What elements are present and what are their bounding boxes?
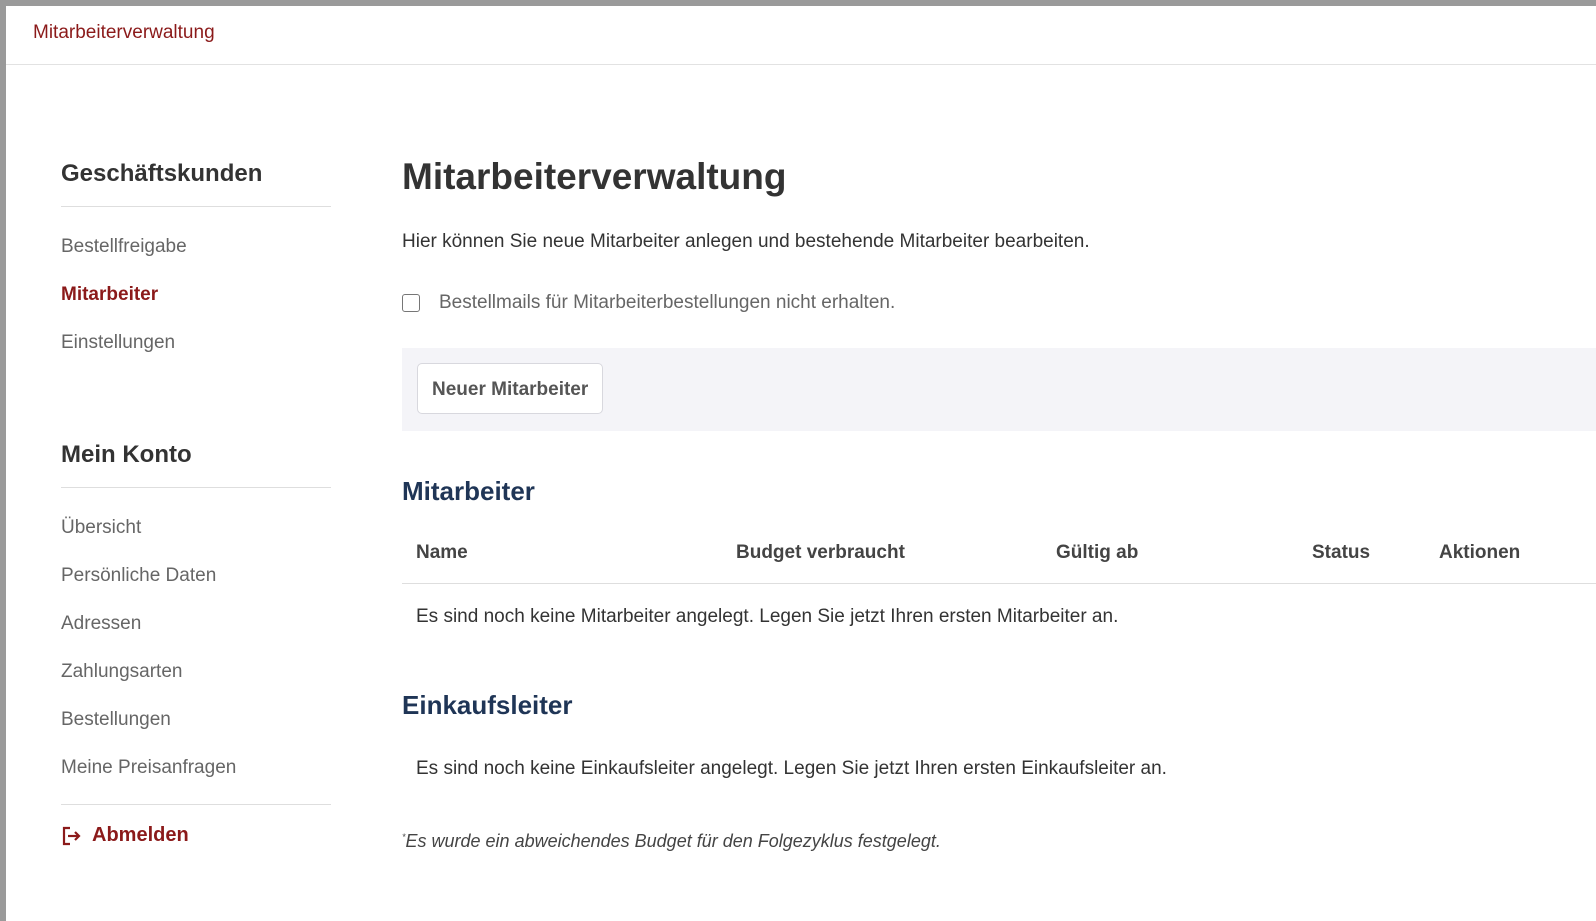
purchasing-managers-empty-message: Es sind noch keine Einkaufsleiter angele…: [416, 758, 1167, 779]
column-status[interactable]: Status: [1312, 542, 1370, 564]
sidebar-heading-business: Geschäftskunden: [61, 160, 331, 207]
employees-heading: Mitarbeiter: [402, 476, 535, 506]
sidebar-item-bestellungen[interactable]: Bestellungen: [61, 709, 171, 731]
breadcrumb: Mitarbeiterverwaltung: [6, 6, 1596, 65]
breadcrumb-current[interactable]: Mitarbeiterverwaltung: [33, 22, 215, 44]
footnote-text: Es wurde ein abweichendes Budget für den…: [405, 831, 941, 851]
new-employee-button[interactable]: Neuer Mitarbeiter: [417, 363, 604, 414]
purchasing-managers-heading: Einkaufsleiter: [402, 690, 573, 720]
column-name[interactable]: Name: [416, 542, 468, 564]
page-frame: Mitarbeiterverwaltung Geschäftskunden Be…: [6, 6, 1596, 921]
sidebar-item-bestellfreigabe[interactable]: Bestellfreigabe: [61, 236, 187, 258]
notification-checkbox[interactable]: [402, 294, 420, 312]
action-bar: Neuer Mitarbeiter: [402, 348, 1596, 431]
logout-icon: [61, 826, 81, 846]
sidebar-item-preisanfragen[interactable]: Meine Preisanfragen: [61, 757, 236, 779]
column-budget[interactable]: Budget verbraucht: [736, 542, 905, 564]
employees-empty-message: Es sind noch keine Mitarbeiter angelegt.…: [416, 606, 1119, 627]
sidebar-item-zahlungsarten[interactable]: Zahlungsarten: [61, 661, 182, 683]
sidebar-item-adressen[interactable]: Adressen: [61, 613, 141, 635]
sidebar-item-mitarbeiter[interactable]: Mitarbeiter: [61, 284, 158, 306]
sidebar-item-einstellungen[interactable]: Einstellungen: [61, 332, 175, 354]
employees-table-header: Name Budget verbraucht Gültig ab Status …: [402, 536, 1596, 584]
sidebar-item-uebersicht[interactable]: Übersicht: [61, 517, 141, 539]
column-valid-from[interactable]: Gültig ab: [1056, 542, 1138, 564]
notification-checkbox-label[interactable]: Bestellmails für Mitarbeiterbestellungen…: [439, 292, 895, 314]
sidebar-item-persoenliche-daten[interactable]: Persönliche Daten: [61, 565, 216, 587]
budget-footnote: *Es wurde ein abweichendes Budget für de…: [402, 831, 941, 852]
logout-label: Abmelden: [92, 824, 189, 846]
logout-link[interactable]: Abmelden: [61, 824, 189, 847]
intro-text: Hier können Sie neue Mitarbeiter anlegen…: [402, 231, 1090, 252]
sidebar-heading-account: Mein Konto: [61, 441, 331, 488]
column-actions: Aktionen: [1439, 542, 1521, 563]
sidebar-divider: [61, 804, 331, 805]
notification-checkbox-row: Bestellmails für Mitarbeiterbestellungen…: [402, 292, 895, 314]
page-title: Mitarbeiterverwaltung: [402, 156, 787, 197]
